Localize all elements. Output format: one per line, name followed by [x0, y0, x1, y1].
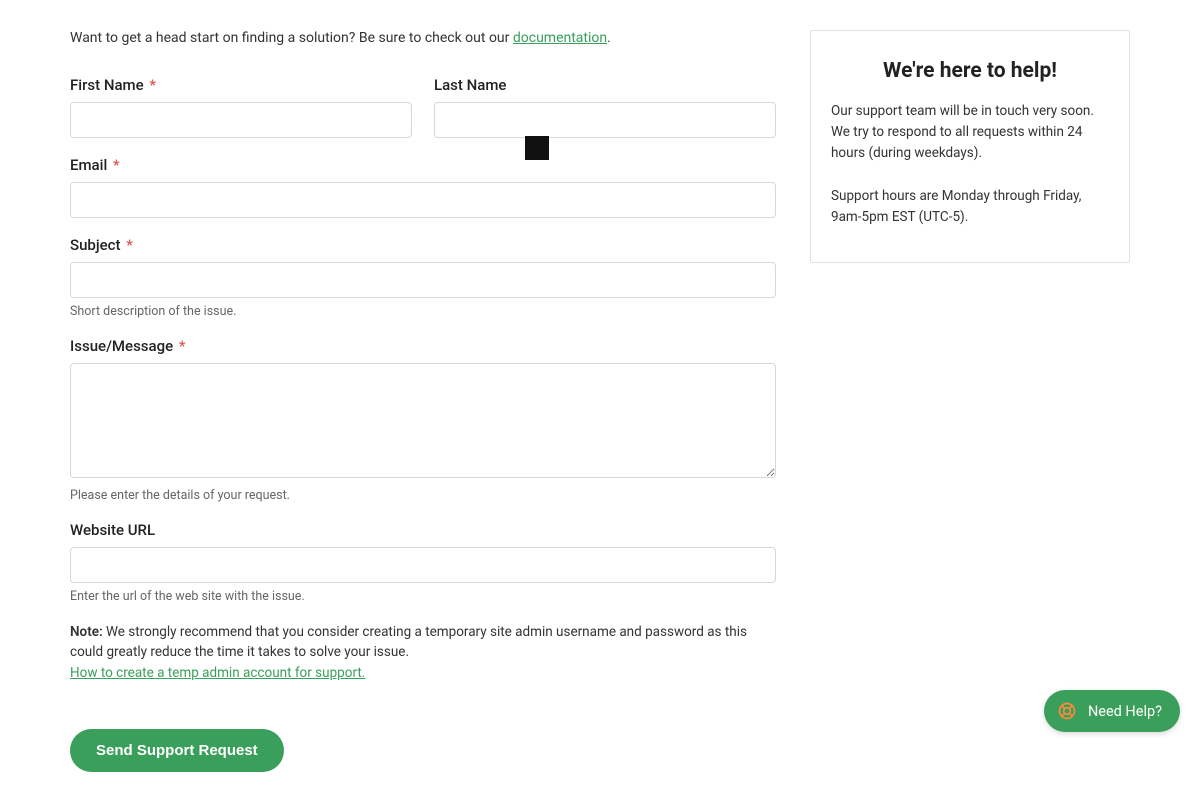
- required-mark: *: [149, 76, 156, 94]
- required-mark: *: [126, 236, 133, 254]
- subject-field: Subject * Short description of the issue…: [70, 236, 776, 319]
- subject-help: Short description of the issue.: [70, 304, 776, 319]
- help-sidebar: We're here to help! Our support team wil…: [810, 30, 1130, 263]
- first-name-label: First Name *: [70, 76, 412, 94]
- last-name-label: Last Name: [434, 76, 776, 94]
- intro-text: Want to get a head start on finding a so…: [70, 30, 776, 46]
- url-field: Website URL Enter the url of the web sit…: [70, 521, 776, 604]
- sidebar-hours: Support hours are Monday through Friday,…: [831, 186, 1109, 228]
- note-block: Note: We strongly recommend that you con…: [70, 622, 776, 683]
- subject-label: Subject *: [70, 236, 776, 254]
- first-name-label-text: First Name: [70, 76, 144, 94]
- message-field: Issue/Message * Please enter the details…: [70, 337, 776, 503]
- email-label-text: Email: [70, 156, 107, 174]
- need-help-widget[interactable]: Need Help?: [1044, 690, 1180, 732]
- support-page: Want to get a head start on finding a so…: [0, 0, 1200, 812]
- email-input[interactable]: [70, 182, 776, 218]
- note-text: We strongly recommend that you consider …: [70, 624, 747, 660]
- required-mark: *: [113, 156, 120, 174]
- intro-suffix: .: [607, 30, 611, 46]
- subject-input[interactable]: [70, 262, 776, 298]
- first-name-input[interactable]: [70, 102, 412, 138]
- message-help: Please enter the details of your request…: [70, 488, 776, 503]
- life-ring-icon: [1056, 700, 1078, 722]
- sidebar-title: We're here to help!: [831, 59, 1109, 83]
- url-label: Website URL: [70, 521, 776, 539]
- last-name-input[interactable]: [434, 102, 776, 138]
- need-help-label: Need Help?: [1088, 703, 1162, 720]
- required-mark: *: [179, 337, 186, 355]
- email-label: Email *: [70, 156, 776, 174]
- documentation-link[interactable]: documentation: [513, 30, 607, 46]
- url-help: Enter the url of the web site with the i…: [70, 589, 776, 604]
- last-name-field: Last Name: [434, 76, 776, 138]
- subject-label-text: Subject: [70, 236, 120, 254]
- message-label: Issue/Message *: [70, 337, 776, 355]
- intro-prefix: Want to get a head start on finding a so…: [70, 30, 513, 46]
- send-support-request-button[interactable]: Send Support Request: [70, 729, 284, 772]
- note-strong: Note:: [70, 624, 103, 640]
- first-name-field: First Name *: [70, 76, 412, 138]
- message-input[interactable]: [70, 363, 776, 478]
- sidebar-body: Our support team will be in touch very s…: [831, 101, 1109, 164]
- support-form-container: Want to get a head start on finding a so…: [70, 30, 776, 772]
- email-field: Email *: [70, 156, 776, 218]
- message-label-text: Issue/Message: [70, 337, 173, 355]
- temp-admin-link[interactable]: How to create a temp admin account for s…: [70, 665, 365, 681]
- url-input[interactable]: [70, 547, 776, 583]
